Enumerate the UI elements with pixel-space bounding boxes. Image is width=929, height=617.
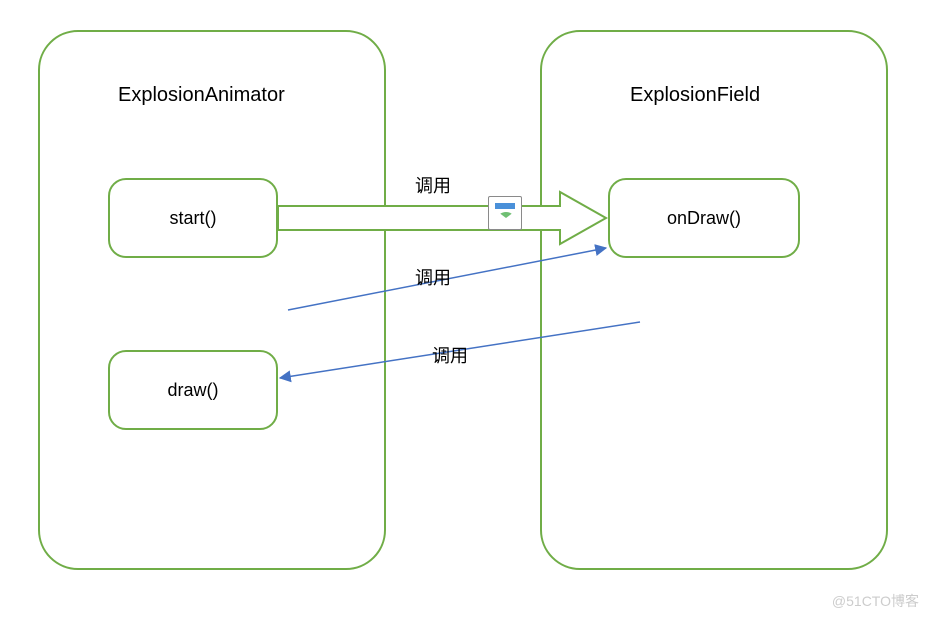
watermark: @51CTO博客 (832, 591, 919, 611)
title-explosion-field: ExplosionField (630, 84, 760, 107)
container-explosion-field (540, 30, 888, 570)
image-icon (488, 196, 522, 230)
method-ondraw-label: onDraw() (667, 208, 741, 229)
label-call-3: 调用 (432, 342, 468, 368)
label-call-1: 调用 (415, 172, 451, 198)
method-ondraw: onDraw() (608, 178, 800, 258)
method-draw-label: draw() (167, 380, 218, 401)
method-start: start() (108, 178, 278, 258)
label-call-2: 调用 (415, 264, 451, 290)
method-start-label: start() (170, 208, 217, 229)
title-explosion-animator: ExplosionAnimator (118, 84, 285, 107)
method-draw: draw() (108, 350, 278, 430)
container-explosion-animator (38, 30, 386, 570)
